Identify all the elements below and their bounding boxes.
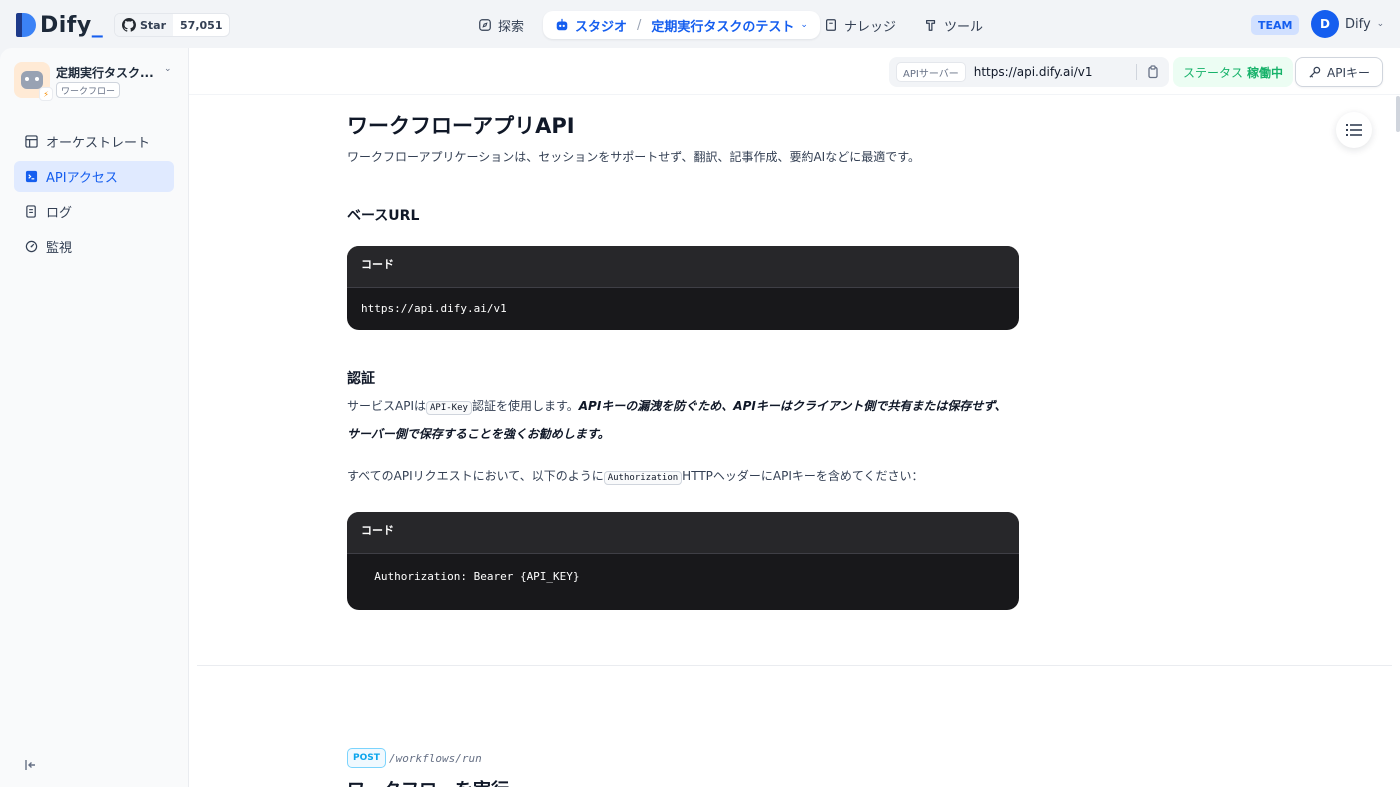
nav-studio-label: スタジオ [575,19,628,35]
account-name: Dify [1345,16,1371,32]
auth-text: 認証を使用します。 [471,399,579,413]
chevron-down-icon: ⌄ [1376,19,1385,29]
divider [1135,64,1137,80]
page-title: ワークフローアプリAPI [347,114,575,138]
chevron-down-icon: ⌄ [800,20,808,30]
app-sidebar: ⚡ 定期実行タスク... ⌄ ワークフロー オーケストレート APIアクセス ロ… [0,48,189,787]
inline-code-authorization: Authorization [603,471,683,485]
nav-tools[interactable]: ツール [914,11,993,39]
nav-knowledge[interactable]: ナレッジ [814,11,906,39]
avatar: D [1311,10,1339,38]
status-label: ステータス [1183,65,1244,80]
auth-heading: 認証 [347,371,375,387]
nav-knowledge-label: ナレッジ [844,19,897,35]
nav-studio[interactable]: スタジオ / 定期実行タスクのテスト ⌄ [543,11,820,39]
api-key-button[interactable]: APIキー [1295,57,1383,87]
terminal-icon [25,170,38,183]
nav-explore-label: 探索 [498,19,525,35]
account-menu[interactable]: D Dify ⌄ [1311,10,1384,38]
sidebar-item-logs[interactable]: ログ [14,196,174,227]
auth-text: サービスAPIは [347,399,426,413]
auth-text: すべてのAPIリクエストにおいて、以下のように [347,469,604,483]
endpoint-path: /workflows/run [389,752,482,765]
api-server-label: APIサーバー [896,62,966,82]
dify-logo-mark [16,13,36,37]
sidebar-item-label: APIアクセス [46,171,118,186]
sidebar-item-label: ログ [46,206,73,221]
base-url-heading: ベースURL [347,208,420,224]
current-app-name[interactable]: 定期実行タスクのテスト [651,16,794,35]
auth-emphasis: APIキーの漏洩を防ぐため、APIキーはクライアント側で共有または保存せず、 [578,399,1007,413]
api-toolbar: APIサーバー https://api.dify.ai/v1 ステータス 稼働中… [189,48,1400,95]
robot-icon [556,18,568,31]
github-star-button[interactable]: Star 57,051 [114,13,231,37]
inline-code-api-key: API-Key [426,401,472,415]
workflow-badge-icon: ⚡ [39,87,53,101]
base-url-code[interactable]: https://api.dify.ai/v1 [347,288,1019,329]
sidebar-item-label: 監視 [46,241,73,256]
breadcrumb-separator: / [637,17,642,33]
api-server-url[interactable]: https://api.dify.ai/v1 [974,65,1136,79]
app-icon: ⚡ [14,62,53,101]
dify-logo[interactable]: Dify_ [16,11,103,39]
auth-code[interactable]: Authorization: Bearer {API_KEY} [347,554,1019,597]
app-name: 定期実行タスク... [56,66,154,80]
dashboard-icon [25,240,38,253]
auth-code-block: コード Authorization: Bearer {API_KEY} [347,512,1019,610]
sidebar-item-api-access[interactable]: APIアクセス [14,161,174,192]
code-block-label: コード [347,512,1019,554]
auth-header-paragraph: すべてのAPIリクエストにおいて、以下のように Authorization HTTP… [347,463,1019,491]
chevron-down-icon[interactable]: ⌄ [164,64,172,74]
sidebar-item-label: オーケストレート [46,136,151,151]
list-icon [1346,124,1362,136]
api-server-field: APIサーバー https://api.dify.ai/v1 [889,57,1169,87]
team-badge: TEAM [1251,15,1300,35]
base-url-code-block: コード https://api.dify.ai/v1 [347,246,1019,330]
compass-icon [479,19,491,31]
book-icon [826,19,836,31]
top-navigation-bar: Dify_ Star 57,051 探索 スタジオ / 定期実行タスクのテスト … [0,0,1400,48]
layout-icon [25,135,38,148]
scrollbar[interactable] [1396,96,1400,132]
section-divider [197,665,1392,666]
app-type-badge: ワークフロー [56,82,121,98]
collapse-sidebar-icon[interactable] [24,758,38,772]
api-key-label: APIキー [1327,65,1370,80]
github-icon [122,18,136,32]
status-value: 稼働中 [1247,65,1284,80]
status-badge: ステータス 稼働中 [1173,57,1294,87]
clipboard-icon[interactable] [1146,65,1160,79]
hammer-icon [926,20,936,31]
run-workflow-heading: ワークフローを実行 [347,776,509,787]
nav-tools-label: ツール [944,19,984,35]
sidebar-item-monitoring[interactable]: 監視 [14,231,174,262]
auth-emphasis: サーバー側で保存することを強くお勧めします。 [347,427,610,441]
http-method-badge: POST [347,748,386,768]
github-star-label: Star [140,18,167,32]
dify-logo-text: Dify_ [40,12,104,38]
app-selector[interactable]: ⚡ 定期実行タスク... ⌄ ワークフロー [14,62,176,102]
main-content: APIサーバー https://api.dify.ai/v1 ステータス 稼働中… [189,48,1400,787]
nav-explore[interactable]: 探索 [468,11,534,39]
file-list-icon [26,205,36,218]
table-of-contents-button[interactable] [1336,112,1372,148]
auth-text: HTTPヘッダーにAPIキーを含めてください： [682,469,924,483]
key-icon [1309,66,1321,78]
sidebar-item-orchestrate[interactable]: オーケストレート [14,126,174,157]
auth-paragraph: サービスAPIは API-Key 認証を使用します。APIキーの漏洩を防ぐため、AP… [347,393,1019,447]
github-star-count: 57,051 [180,18,223,32]
robot-icon [21,71,43,89]
code-block-label: コード [347,246,1019,288]
page-description: ワークフローアプリケーションは、セッションをサポートせず、翻訳、記事作成、要約A… [347,150,920,164]
